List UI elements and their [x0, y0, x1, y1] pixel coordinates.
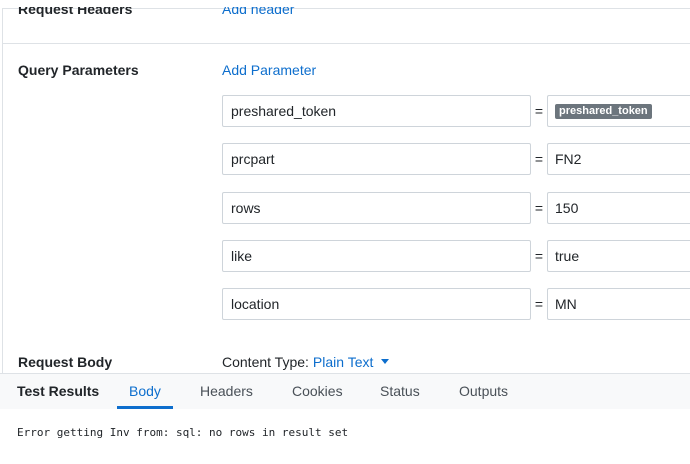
query-parameters-label: Query Parameters: [18, 62, 139, 78]
result-body: Error getting Inv from: sql: no rows in …: [0, 409, 690, 464]
request-panel: Request Headers Add header Query Paramet…: [2, 7, 690, 379]
equals-sign: =: [534, 103, 544, 119]
equals-sign: =: [534, 151, 544, 167]
content-type-label: Content Type:: [222, 354, 309, 370]
param-row: rows = 150: [222, 192, 690, 224]
param-value-input[interactable]: FN2: [547, 143, 690, 175]
param-row: like = true: [222, 240, 690, 272]
tab-cookies[interactable]: Cookies: [292, 383, 343, 399]
content-type-value: Plain Text: [312, 354, 374, 370]
equals-sign: =: [534, 200, 544, 216]
request-headers-label: Request Headers: [18, 7, 133, 17]
param-key-input[interactable]: rows: [222, 192, 531, 224]
param-row: prcpart = FN2: [222, 143, 690, 175]
token-chip[interactable]: preshared_token: [555, 103, 652, 119]
equals-sign: =: [534, 296, 544, 312]
param-value-input[interactable]: 150: [547, 192, 690, 224]
tab-outputs[interactable]: Outputs: [459, 383, 508, 399]
param-row: location = MN: [222, 288, 690, 320]
tab-body[interactable]: Body: [129, 383, 161, 399]
caret-down-icon: [381, 358, 390, 364]
add-header-link[interactable]: Add header: [222, 7, 294, 17]
api-request-editor: Request Headers Add header Query Paramet…: [0, 0, 690, 464]
param-value-input[interactable]: MN: [547, 288, 690, 320]
request-body-label: Request Body: [18, 354, 113, 370]
result-body-text: Error getting Inv from: sql: no rows in …: [17, 426, 349, 439]
param-key-input[interactable]: location: [222, 288, 531, 320]
param-key-input[interactable]: prcpart: [222, 143, 531, 175]
test-results-title: Test Results: [17, 383, 100, 399]
test-results-tabs: Test Results Body Headers Cookies Status…: [0, 373, 690, 410]
param-value-input[interactable]: preshared_token: [547, 95, 690, 127]
param-row: preshared_token = preshared_token: [222, 95, 690, 127]
param-key-input[interactable]: preshared_token: [222, 95, 531, 127]
content-type-selector: Content Type: Plain Text: [222, 354, 390, 370]
tab-headers[interactable]: Headers: [200, 383, 253, 399]
add-parameter-link[interactable]: Add Parameter: [222, 62, 316, 78]
request-headers-row: Request Headers Add header: [18, 7, 690, 43]
param-value-input[interactable]: true: [547, 240, 690, 272]
param-key-input[interactable]: like: [222, 240, 531, 272]
tab-status[interactable]: Status: [380, 383, 420, 399]
equals-sign: =: [534, 248, 544, 264]
content-type-dropdown[interactable]: Plain Text: [312, 354, 390, 370]
section-divider: [3, 43, 690, 44]
